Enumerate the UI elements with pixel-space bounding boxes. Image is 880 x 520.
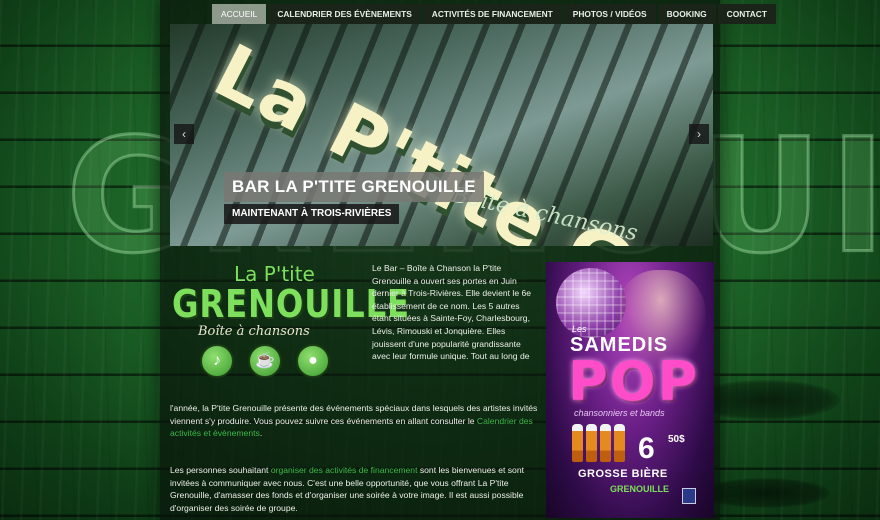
ad-price: 6 (638, 432, 655, 465)
slider-prev-arrow-icon[interactable]: ‹ (174, 124, 194, 144)
fundraising-link[interactable]: organiser des activités de financement (271, 465, 418, 475)
beer-bottles-image (572, 424, 625, 462)
main-nav: Accueil Calendrier des évènements Activi… (212, 4, 776, 24)
grenouille-logo: La P'tite GRENOUILLE Boîte à chansons ♪ … (168, 258, 409, 388)
bottle-icon (600, 424, 611, 462)
nav-financement[interactable]: Activités de financement (422, 4, 562, 24)
ad-badge-icon (682, 488, 696, 504)
logo-sub-text: Boîte à chansons (198, 324, 310, 339)
nav-calendrier[interactable]: Calendrier des évènements (268, 4, 421, 24)
nav-accueil[interactable]: Accueil (212, 4, 267, 24)
slider-next-arrow-icon[interactable]: › (689, 124, 709, 144)
main-container: Accueil Calendrier des évènements Activi… (160, 0, 776, 520)
guitar-icon: ♪ (200, 344, 234, 378)
slider-caption-subtitle: MAINTENANT À TROIS-RIVIÈRES (224, 204, 400, 224)
ad-price-cents: 50$ (668, 434, 685, 445)
fundraising-paragraph: Les personnes souhaitant organiser des a… (170, 465, 525, 513)
bottle-icon (614, 424, 625, 462)
ad-pop-text: POP (568, 350, 700, 413)
nav-photos-videos[interactable]: Photos / Vidéos (563, 4, 656, 24)
nav-contact[interactable]: Contact (717, 4, 776, 24)
ad-chansonniers-text: chansonniers et bands (574, 408, 665, 418)
slider-caption-title: BAR LA P'TITE GRENOUILLE (224, 172, 484, 202)
ad-grosse-biere-text: GROSSE BIÈRE (578, 468, 668, 480)
nav-booking[interactable]: Booking (657, 4, 716, 24)
beer-icon: ☕ (248, 344, 282, 378)
bottle-icon (572, 424, 583, 462)
hero-slider[interactable]: La P'tite GRENOUILLE Boîte à chansons ‹ … (170, 24, 713, 246)
microphone-icon: ● (296, 344, 330, 378)
intro-paragraph: Le Bar – Boîte à Chanson la P'tite Greno… (372, 263, 532, 362)
ad-logo: GRENOUILLE (610, 484, 670, 494)
samedis-pop-ad[interactable]: Les SAMEDIS POP chansonniers et bands 6 … (546, 262, 714, 518)
events-paragraph: l'année, la P'tite Grenouille présente d… (170, 403, 538, 439)
ad-les-text: Les (572, 324, 587, 334)
bottle-icon (586, 424, 597, 462)
